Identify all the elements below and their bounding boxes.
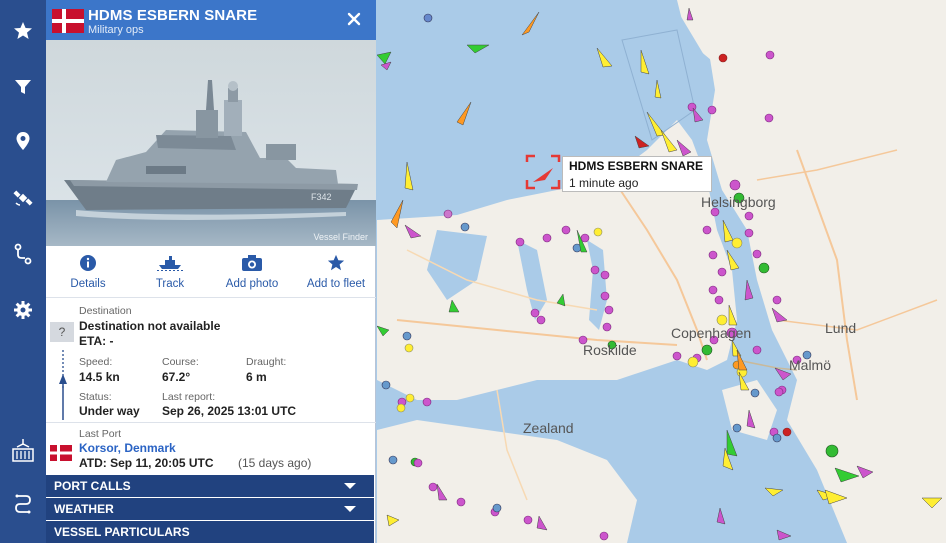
svg-text:F342: F342 [311, 192, 332, 202]
map-label-zealand: Zealand [523, 420, 574, 436]
map-canvas[interactable] [377, 0, 946, 543]
details-button[interactable]: Details [48, 252, 128, 296]
map[interactable]: Helsingborg Copenhagen Roskilde Malmö Lu… [377, 0, 946, 543]
speed-label: Speed: [79, 356, 113, 368]
atd-ago: (15 days ago) [238, 456, 312, 470]
vessel-panel: HDMS ESBERN SNARE Military ops F342 Vess… [46, 0, 376, 543]
draught-value: 6 m [246, 370, 267, 384]
atd-value: ATD: Sep 11, 20:05 UTC [79, 456, 214, 470]
denmark-flag-icon [50, 445, 72, 461]
last-port-label: Last Port [79, 428, 122, 440]
add-photo-button[interactable]: Add photo [212, 252, 292, 296]
draught-label: Draught: [246, 356, 287, 368]
chevron-down-icon [344, 506, 356, 512]
tooltip-vessel-name: HDMS ESBERN SNARE [569, 159, 704, 173]
track-route-icon[interactable] [0, 484, 46, 524]
chevron-down-icon [344, 483, 356, 489]
voyage-timeline-icon [59, 350, 67, 420]
map-label-roskilde: Roskilde [583, 342, 637, 358]
divider [46, 422, 376, 423]
close-icon[interactable] [346, 11, 362, 27]
speed-value: 14.5 kn [79, 370, 120, 384]
vessel-name: HDMS ESBERN SNARE [88, 7, 258, 24]
vessel-type: Military ops [88, 24, 144, 36]
destination-value: Destination not available [79, 319, 221, 333]
map-label-lund: Lund [825, 320, 857, 336]
port-calls-section[interactable]: PORT CALLS [46, 475, 374, 497]
weather-section[interactable]: WEATHER [46, 498, 374, 520]
info-icon [80, 255, 96, 271]
vessel-photo[interactable]: F342 Vessel Finder [46, 40, 376, 246]
course-label: Course: [162, 356, 199, 368]
nav-rail [0, 0, 46, 543]
denmark-flag-icon [52, 9, 84, 33]
vessel-header: HDMS ESBERN SNARE Military ops [46, 0, 376, 40]
course-value: 67.2° [162, 370, 191, 384]
add-to-fleet-label: Add to fleet [306, 278, 366, 290]
track-button[interactable]: Track [130, 252, 210, 296]
vessel-tooltip[interactable]: HDMS ESBERN SNARE 1 minute ago [562, 156, 712, 192]
route-icon[interactable] [0, 234, 46, 274]
vessel-actions: Details Track Add photo Add to fleet [46, 252, 376, 296]
status-value: Under way [79, 404, 140, 418]
camera-icon [242, 255, 262, 271]
unknown-destination-icon: ? [50, 322, 74, 342]
divider [46, 297, 376, 298]
vessel-particulars-label: VESSEL PARTICULARS [54, 525, 190, 539]
vessel-particulars-section[interactable]: VESSEL PARTICULARS [46, 521, 374, 543]
port-calls-label: PORT CALLS [54, 479, 131, 493]
map-label-malmo: Malmö [789, 357, 832, 373]
ship-track-icon [157, 256, 183, 271]
filter-icon[interactable] [0, 67, 46, 107]
last-report-value: Sep 26, 2025 13:01 UTC [162, 404, 297, 418]
satellite-icon[interactable] [0, 178, 46, 218]
add-to-fleet-button[interactable]: Add to fleet [296, 252, 376, 296]
status-label: Status: [79, 391, 112, 403]
favorites-star-icon[interactable] [0, 11, 46, 51]
details-label: Details [70, 278, 106, 290]
last-port-link[interactable]: Korsor, Denmark [79, 441, 176, 455]
port-icon[interactable] [0, 430, 46, 470]
map-label-helsingborg: Helsingborg [701, 194, 776, 210]
add-photo-label: Add photo [225, 278, 279, 290]
gear-icon[interactable] [0, 290, 46, 330]
track-label: Track [155, 278, 185, 290]
destination-label: Destination [79, 305, 132, 317]
weather-label: WEATHER [54, 502, 114, 516]
map-label-copenhagen: Copenhagen [671, 325, 752, 341]
tooltip-last-seen: 1 minute ago [569, 176, 639, 190]
last-report-label: Last report: [162, 391, 216, 403]
location-pin-icon[interactable] [0, 121, 46, 161]
star-icon [327, 254, 345, 271]
photo-watermark: Vessel Finder [313, 232, 368, 242]
eta-value: ETA: - [79, 334, 114, 348]
